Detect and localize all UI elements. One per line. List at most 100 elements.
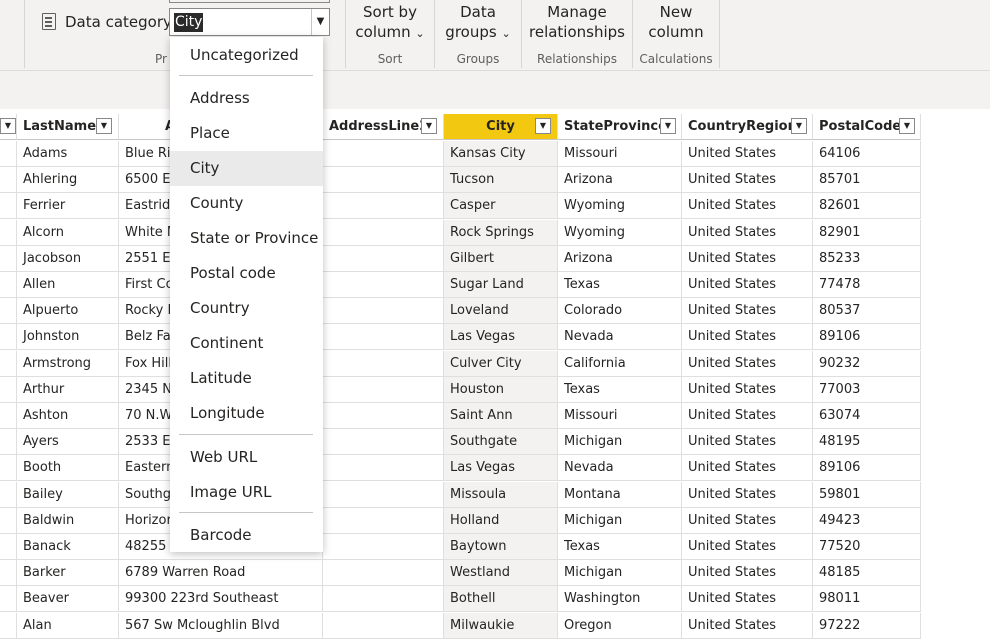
cell-postal[interactable]: 49423 <box>813 507 921 534</box>
cell-lastname[interactable]: Barker <box>17 560 119 587</box>
dropdown-item[interactable]: Address <box>170 81 323 116</box>
filter-chevron-icon[interactable]: ▼ <box>535 118 551 134</box>
cell-country[interactable]: United States <box>682 403 813 429</box>
cell-state[interactable]: California <box>558 350 682 377</box>
cell-empty[interactable] <box>323 455 444 482</box>
cell-empty[interactable] <box>323 272 444 298</box>
cell-country[interactable]: United States <box>682 219 813 246</box>
cell-country[interactable]: United States <box>682 167 813 194</box>
dropdown-item[interactable]: Uncategorized <box>170 38 323 73</box>
cell-postal[interactable]: 98011 <box>813 586 921 613</box>
dropdown-item[interactable]: Postal code <box>170 256 323 291</box>
cell-lastname[interactable]: Bailey <box>17 481 119 508</box>
cell-city[interactable]: Casper <box>444 193 558 220</box>
cell-lastname[interactable]: Armstrong <box>17 350 119 377</box>
cell-empty[interactable] <box>0 167 17 194</box>
cell-country[interactable]: United States <box>682 350 813 377</box>
cell-empty[interactable] <box>323 481 444 508</box>
cell-empty[interactable] <box>0 612 17 639</box>
cell-postal[interactable]: 82601 <box>813 193 921 220</box>
cell-country[interactable]: United States <box>682 376 813 403</box>
new-column-button[interactable]: New column <box>633 2 719 42</box>
cell-country[interactable]: United States <box>682 324 813 351</box>
cell-city[interactable]: Milwaukie <box>444 612 558 639</box>
cell-state[interactable]: Wyoming <box>558 219 682 246</box>
cell-postal[interactable]: 89106 <box>813 455 921 482</box>
cell-city[interactable]: Las Vegas <box>444 455 558 482</box>
cell-empty[interactable] <box>0 403 17 429</box>
cell-city[interactable]: Saint Ann <box>444 403 558 429</box>
cell-empty[interactable] <box>323 324 444 351</box>
cell-country[interactable]: United States <box>682 455 813 482</box>
cell-postal[interactable]: 77478 <box>813 272 921 298</box>
cell-lastname[interactable]: Ahlering <box>17 167 119 194</box>
cell-state[interactable]: Nevada <box>558 455 682 482</box>
cell-address[interactable]: 567 Sw Mcloughlin Blvd <box>119 612 323 639</box>
cell-empty[interactable] <box>0 350 17 377</box>
cell-empty[interactable] <box>0 376 17 403</box>
cell-empty[interactable] <box>0 298 17 325</box>
sort-by-column-button[interactable]: Sort by column ⌄ <box>346 2 434 44</box>
cell-postal[interactable]: 89106 <box>813 324 921 351</box>
filter-chevron-icon[interactable]: ▼ <box>421 118 437 134</box>
cell-empty[interactable] <box>323 534 444 560</box>
cell-country[interactable]: United States <box>682 612 813 639</box>
dropdown-item[interactable]: Image URL <box>170 475 323 510</box>
cell-address[interactable]: 99300 223rd Southeast <box>119 586 323 613</box>
cell-state[interactable]: Missouri <box>558 141 682 167</box>
cell-empty[interactable] <box>0 141 17 167</box>
cell-postal[interactable]: 64106 <box>813 141 921 167</box>
cell-lastname[interactable]: Alan <box>17 612 119 639</box>
cell-city[interactable]: Southgate <box>444 429 558 456</box>
cell-state[interactable]: Texas <box>558 272 682 298</box>
manage-relationships-button[interactable]: Manage relationships <box>522 2 632 42</box>
cell-empty[interactable] <box>323 507 444 534</box>
cell-country[interactable]: United States <box>682 429 813 456</box>
cell-country[interactable]: United States <box>682 560 813 587</box>
cell-state[interactable]: Arizona <box>558 245 682 272</box>
dropdown-item[interactable]: Continent <box>170 326 323 361</box>
cell-empty[interactable] <box>323 560 444 587</box>
cell-postal[interactable]: 48185 <box>813 560 921 587</box>
cell-empty[interactable] <box>323 612 444 639</box>
cell-country[interactable]: United States <box>682 193 813 220</box>
cell-empty[interactable] <box>0 272 17 298</box>
cell-lastname[interactable]: Beaver <box>17 586 119 613</box>
cell-city[interactable]: Holland <box>444 507 558 534</box>
dropdown-item[interactable]: State or Province <box>170 221 323 256</box>
cell-country[interactable]: United States <box>682 534 813 560</box>
cell-empty[interactable] <box>0 219 17 246</box>
cell-city[interactable]: Missoula <box>444 481 558 508</box>
cell-state[interactable]: Wyoming <box>558 193 682 220</box>
cell-empty[interactable] <box>0 455 17 482</box>
cell-lastname[interactable]: Ayers <box>17 429 119 456</box>
cell-country[interactable]: United States <box>682 298 813 325</box>
cell-city[interactable]: Bothell <box>444 586 558 613</box>
dropdown-item[interactable]: County <box>170 186 323 221</box>
dropdown-item[interactable]: Country <box>170 291 323 326</box>
dropdown-item[interactable]: Place <box>170 116 323 151</box>
cell-empty[interactable] <box>323 298 444 325</box>
cell-empty[interactable] <box>0 560 17 587</box>
cell-lastname[interactable]: Ashton <box>17 403 119 429</box>
cell-postal[interactable]: 77520 <box>813 534 921 560</box>
cell-state[interactable]: Oregon <box>558 612 682 639</box>
cell-lastname[interactable]: Johnston <box>17 324 119 351</box>
data-category-dropdown[interactable]: Uncategorized Address Place City County State… <box>170 37 323 552</box>
data-category-select[interactable]: City ▼ <box>169 8 330 36</box>
cell-lastname[interactable]: Banack <box>17 534 119 560</box>
cell-city[interactable]: Kansas City <box>444 141 558 167</box>
cell-state[interactable]: Nevada <box>558 324 682 351</box>
cell-lastname[interactable]: Adams <box>17 141 119 167</box>
cell-empty[interactable] <box>323 586 444 613</box>
filter-chevron-icon[interactable]: ▼ <box>899 118 915 134</box>
cell-city[interactable]: Westland <box>444 560 558 587</box>
cell-state[interactable]: Michigan <box>558 507 682 534</box>
cell-lastname[interactable]: Booth <box>17 455 119 482</box>
cell-city[interactable]: Gilbert <box>444 245 558 272</box>
cell-city[interactable]: Sugar Land <box>444 272 558 298</box>
cell-empty[interactable] <box>323 403 444 429</box>
cell-city[interactable]: Baytown <box>444 534 558 560</box>
cell-postal[interactable]: 77003 <box>813 376 921 403</box>
cell-empty[interactable] <box>323 141 444 167</box>
